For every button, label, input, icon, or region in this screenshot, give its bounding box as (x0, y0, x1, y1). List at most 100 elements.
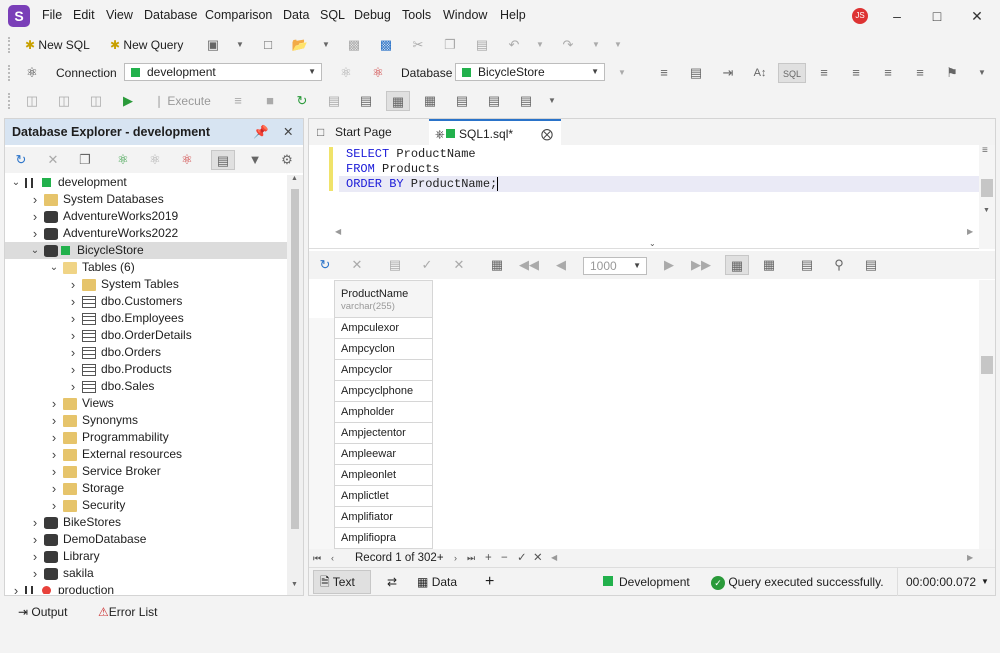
tree-node[interactable]: › Security (5, 497, 287, 514)
uncomment-icon[interactable]: ≡ (846, 63, 866, 83)
copy-icon[interactable]: ❐ (440, 35, 460, 55)
first-record-icon[interactable]: ⏮ (313, 549, 321, 567)
user-avatar[interactable]: JS (852, 8, 868, 24)
db-action-icon[interactable]: ◫ (54, 91, 74, 111)
grid-mode-icon[interactable]: ▦ (725, 255, 749, 275)
chevron-right-icon[interactable]: › (68, 327, 78, 344)
menu-database[interactable]: Database (144, 8, 198, 22)
tree-node[interactable]: › dbo.Sales (5, 378, 287, 395)
apply-icon[interactable]: ✓ (417, 255, 437, 275)
tree-node[interactable]: › Programmability (5, 429, 287, 446)
disconnect-icon[interactable]: ⚛ (368, 63, 388, 83)
last-record-icon[interactable]: ⏭ (467, 549, 475, 567)
chevron-right-icon[interactable]: › (68, 310, 78, 327)
editor-scrollbar[interactable]: ≡ ▼ (979, 145, 995, 249)
tree-node[interactable]: ⌄ Tables (6) (5, 259, 287, 276)
row-header[interactable] (309, 507, 334, 528)
chart-icon[interactable]: ▤ (452, 91, 472, 111)
row-header[interactable] (309, 444, 334, 465)
table-cell[interactable]: Amplifiopra (334, 528, 433, 549)
chevron-right-icon[interactable]: › (68, 344, 78, 361)
table-cell[interactable]: Ampjectentor (334, 423, 433, 444)
undo-icon[interactable]: ↶ (504, 35, 524, 55)
search-icon[interactable]: ⚲ (829, 255, 849, 275)
profile-icon[interactable]: ▤ (324, 91, 344, 111)
open-folder-icon[interactable]: 📂 (290, 35, 310, 55)
menu-sql[interactable]: SQL (320, 8, 345, 22)
sql-icon[interactable]: SQL (778, 63, 806, 83)
scroll-thumb[interactable] (291, 189, 299, 529)
minimize-icon[interactable]: – (885, 4, 909, 28)
refresh-icon[interactable]: ↻ (11, 150, 31, 170)
disconnect-icon[interactable]: ⚛ (177, 150, 197, 170)
tree-node[interactable]: › BikeStores (5, 514, 287, 531)
collapse-icon[interactable]: ❐ (75, 150, 95, 170)
sql-editor[interactable]: SELECT ProductName FROM Products ORDER B… (309, 145, 995, 249)
stop-icon[interactable]: ■ (260, 91, 280, 111)
menu-comparison[interactable]: Comparison (205, 8, 272, 22)
delete-icon[interactable]: ✕ (43, 150, 63, 170)
add-tab-icon[interactable]: + (485, 568, 494, 596)
column-header-productname[interactable]: ProductName varchar(255) (334, 280, 433, 318)
pin-columns-icon[interactable]: ▦ (487, 255, 507, 275)
chevron-down-icon[interactable]: ▼ (542, 91, 562, 111)
table-cell[interactable]: Amplifiator (334, 507, 433, 528)
new-query-button[interactable]: ✱ New Query (110, 34, 183, 56)
page-size-select[interactable]: 1000 ▼ (583, 257, 647, 275)
menu-debug[interactable]: Debug (354, 8, 391, 22)
execute-current-icon[interactable]: ≡ (228, 91, 248, 111)
close-icon[interactable]: ✕ (283, 119, 293, 145)
tree-node[interactable]: › dbo.Customers (5, 293, 287, 310)
row-header[interactable] (309, 528, 334, 549)
row-header[interactable] (309, 360, 334, 381)
chevron-down-icon[interactable]: ⌄ (30, 242, 40, 259)
tree-node[interactable]: › Library (5, 548, 287, 565)
menu-data[interactable]: Data (283, 8, 309, 22)
connection-select[interactable]: development ▼ (124, 63, 322, 81)
chevron-down-icon[interactable]: ▼ (530, 35, 550, 55)
table-cell[interactable]: Ampcyclon (334, 339, 433, 360)
chevron-down-icon[interactable]: ⌄ (11, 174, 21, 191)
execute-button[interactable]: ❘ Execute (154, 90, 211, 112)
table-cell[interactable]: Ampcyclor (334, 360, 433, 381)
db-icon[interactable]: ◫ (22, 91, 42, 111)
filter-icon[interactable]: ▼ (245, 150, 265, 170)
scroll-thumb[interactable] (981, 356, 993, 374)
previous-page-icon[interactable]: ◀ (551, 255, 571, 275)
next-page-icon[interactable]: ▶ (659, 255, 679, 275)
tree-node[interactable]: › AdventureWorks2022 (5, 225, 287, 242)
data-view-tab[interactable]: ▦ Data (417, 568, 457, 596)
chevron-right-icon[interactable]: › (30, 548, 40, 565)
export-icon[interactable]: ▤ (356, 91, 376, 111)
formatting-profile-icon[interactable]: ▤ (686, 63, 706, 83)
refresh-icon[interactable]: ↻ (315, 255, 335, 275)
chevron-right-icon[interactable]: › (30, 225, 40, 242)
maximize-icon[interactable]: □ (925, 4, 949, 28)
error-list-tab[interactable]: ⚠Error List (98, 605, 157, 619)
scroll-up-icon[interactable]: ▲ (291, 175, 298, 182)
chevron-right-icon[interactable]: › (30, 514, 40, 531)
chevron-right-icon[interactable]: › (68, 293, 78, 310)
menu-edit[interactable]: Edit (73, 8, 95, 22)
text-view-tab[interactable]: 🗎 Text (313, 570, 371, 594)
tree-node[interactable]: › dbo.Products (5, 361, 287, 378)
tree-node[interactable]: › production (5, 582, 287, 594)
menu-file[interactable]: File (42, 8, 62, 22)
tree-node[interactable]: › Service Broker (5, 463, 287, 480)
chevron-right-icon[interactable]: › (68, 276, 78, 293)
last-page-icon[interactable]: ▶▶ (691, 255, 711, 275)
chevron-right-icon[interactable]: › (49, 463, 59, 480)
scroll-down-icon[interactable]: ▼ (983, 207, 990, 214)
new-file-icon[interactable]: □ (258, 35, 278, 55)
add-record-icon[interactable]: + (485, 549, 492, 567)
chevron-down-icon[interactable]: ▼ (612, 63, 632, 83)
scroll-left-icon[interactable]: ◀ (335, 227, 341, 236)
history-icon[interactable]: ↻ (292, 91, 312, 111)
tree-node[interactable]: › System Databases (5, 191, 287, 208)
format-icon[interactable]: ≡ (654, 63, 674, 83)
insert-row-icon[interactable]: ▤ (385, 255, 405, 275)
tree-node[interactable]: › Synonyms (5, 412, 287, 429)
cancel-icon[interactable]: ✕ (347, 255, 367, 275)
close-tab-icon[interactable]: ⨂ (541, 121, 553, 147)
connect-icon[interactable]: ⚛ (145, 150, 165, 170)
